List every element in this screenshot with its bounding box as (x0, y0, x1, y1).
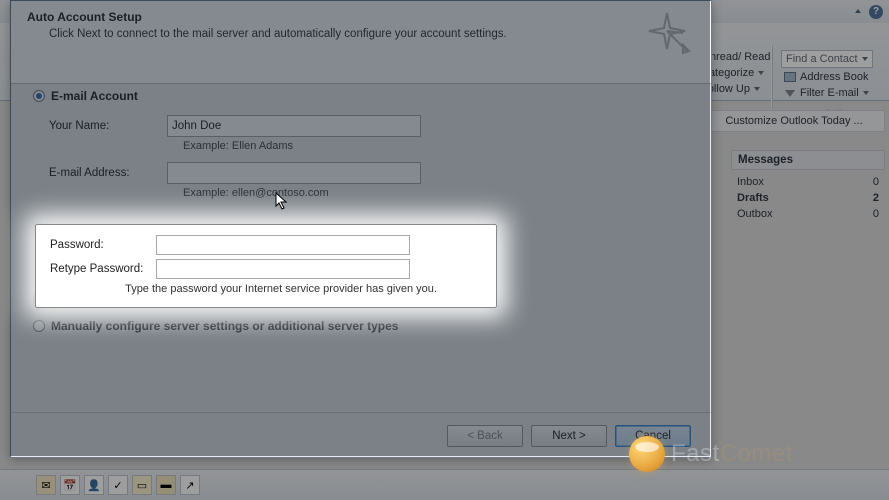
chevron-down-icon (863, 91, 869, 95)
option-email-label: E-mail Account (51, 89, 138, 103)
book-icon (784, 71, 796, 83)
cancel-button[interactable]: Cancel (615, 425, 691, 447)
mouse-cursor-icon (275, 192, 289, 212)
chevron-down-icon (758, 71, 764, 75)
back-button[interactable]: < Back (447, 425, 523, 447)
label-retype-password: Retype Password: (50, 263, 156, 275)
find-contact-placeholder: Find a Contact (786, 53, 858, 65)
folder-count: 0 (873, 176, 879, 188)
shortcuts-icon[interactable]: ↗ (180, 475, 200, 495)
folder-count: 2 (873, 192, 879, 204)
filter-label: Filter E-mail (800, 87, 859, 99)
folder-name: Drafts (737, 192, 769, 204)
folder-row-outbox[interactable]: Outbox 0 (731, 206, 885, 222)
option-manual[interactable]: Manually configure server settings or ad… (33, 319, 689, 333)
filter-email-button[interactable]: Filter E-mail (781, 86, 881, 100)
folder-count: 0 (873, 208, 879, 220)
your-name-input[interactable] (167, 115, 421, 137)
radio-manual[interactable] (33, 320, 45, 332)
funnel-icon (784, 87, 796, 99)
example-email: Example: ellen@contoso.com (183, 187, 689, 199)
folder-icon[interactable]: ▬ (156, 475, 176, 495)
address-book-button[interactable]: Address Book (781, 70, 881, 84)
unread-label: Unread/ Read (702, 51, 771, 63)
nav-bar: ✉ 📅 👤 ✓ ▭ ▬ ↗ (0, 469, 889, 500)
next-button[interactable]: Next > (531, 425, 607, 447)
option-manual-label: Manually configure server settings or ad… (51, 319, 398, 333)
folder-name: Outbox (737, 208, 772, 220)
label-password: Password: (50, 239, 156, 251)
chevron-down-icon (862, 57, 868, 61)
password-highlight-box: Password: Retype Password: Type the pass… (35, 224, 497, 308)
radio-email[interactable] (33, 90, 45, 102)
option-email-account[interactable]: E-mail Account (33, 89, 689, 103)
outlook-today-pane: Customize Outlook Today ... Messages Inb… (699, 110, 889, 222)
ribbon-minimize-icon[interactable] (853, 7, 863, 17)
notes-icon[interactable]: ▭ (132, 475, 152, 495)
wizard-star-icon (643, 9, 691, 57)
wizard-divider (11, 412, 711, 413)
find-contact-input[interactable]: Find a Contact (781, 50, 873, 68)
tasks-icon[interactable]: ✓ (108, 475, 128, 495)
email-form: Your Name: Example: Ellen Adams E-mail A… (49, 115, 689, 199)
example-name: Example: Ellen Adams (183, 140, 689, 152)
mail-icon[interactable]: ✉ (36, 475, 56, 495)
wizard-buttons: < Back Next > Cancel (11, 425, 711, 447)
wizard-subtitle: Click Next to connect to the mail server… (49, 28, 695, 40)
label-email: E-mail Address: (49, 167, 167, 179)
calendar-icon[interactable]: 📅 (60, 475, 80, 495)
wizard-title: Auto Account Setup (27, 10, 695, 24)
help-icon[interactable]: ? (869, 5, 883, 19)
chevron-down-icon (754, 87, 760, 91)
password-input[interactable] (156, 235, 410, 255)
addressbook-label: Address Book (800, 71, 868, 83)
folder-name: Inbox (737, 176, 764, 188)
folder-row-drafts[interactable]: Drafts 2 (731, 190, 885, 206)
email-input[interactable] (167, 162, 421, 184)
folder-row-inbox[interactable]: Inbox 0 (731, 174, 885, 190)
contacts-icon[interactable]: 👤 (84, 475, 104, 495)
customize-today-button[interactable]: Customize Outlook Today ... (703, 110, 885, 132)
retype-password-input[interactable] (156, 259, 410, 279)
messages-header: Messages (731, 150, 885, 170)
label-your-name: Your Name: (49, 120, 167, 132)
password-hint: Type the password your Internet service … (80, 283, 482, 295)
